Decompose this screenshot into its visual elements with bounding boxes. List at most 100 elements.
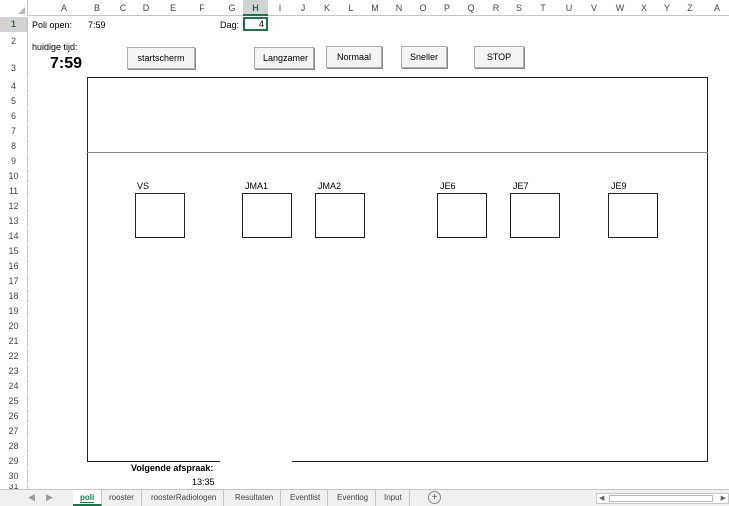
sheet-tab-bar: ◀ ▶ poli rooster roosterRadiologen Resul… xyxy=(0,489,729,506)
stop-button[interactable]: STOP xyxy=(474,46,524,68)
row-12[interactable]: 12 xyxy=(0,199,28,213)
room-label-je9: JE9 xyxy=(611,181,627,191)
startscherm-button[interactable]: startscherm xyxy=(127,47,195,69)
next-sheet-icon[interactable]: ▶ xyxy=(46,492,53,503)
row-25[interactable]: 25 xyxy=(0,394,28,408)
row-7[interactable]: 7 xyxy=(0,124,28,138)
room-box-vs xyxy=(135,193,185,238)
row-23[interactable]: 23 xyxy=(0,364,28,378)
prev-sheet-icon[interactable]: ◀ xyxy=(28,492,35,503)
row-15[interactable]: 15 xyxy=(0,244,28,258)
column-B[interactable]: B xyxy=(89,0,105,16)
column-J[interactable]: J xyxy=(295,0,311,16)
dag-value-cell[interactable]: 4 xyxy=(243,17,268,31)
column-M[interactable]: M xyxy=(367,0,383,16)
sheet-tab-rooster[interactable]: rooster xyxy=(102,490,142,506)
column-U[interactable]: U xyxy=(561,0,577,16)
row-6[interactable]: 6 xyxy=(0,109,28,123)
row-9[interactable]: 9 xyxy=(0,154,28,168)
room-label-je7: JE7 xyxy=(513,181,529,191)
column-A[interactable]: A xyxy=(54,0,74,16)
room-box-jma1 xyxy=(242,193,292,238)
column-W[interactable]: W xyxy=(612,0,628,16)
column-K[interactable]: K xyxy=(319,0,335,16)
row-17[interactable]: 17 xyxy=(0,274,28,288)
room-box-je9 xyxy=(608,193,658,238)
column-L[interactable]: L xyxy=(343,0,359,16)
column-T[interactable]: T xyxy=(535,0,551,16)
normaal-button[interactable]: Normaal xyxy=(326,46,382,68)
sneller-button[interactable]: Sneller xyxy=(401,46,447,68)
column-AA[interactable]: A xyxy=(709,0,725,16)
select-all-corner[interactable] xyxy=(0,0,28,16)
column-P[interactable]: P xyxy=(439,0,455,16)
column-V[interactable]: V xyxy=(586,0,602,16)
panel-gap xyxy=(220,455,292,465)
row-8[interactable]: 8 xyxy=(0,139,28,153)
sheet-tab-input[interactable]: Input xyxy=(377,490,410,506)
row-22[interactable]: 22 xyxy=(0,349,28,363)
row-20[interactable]: 20 xyxy=(0,319,28,333)
column-F[interactable]: F xyxy=(194,0,210,16)
row-30[interactable]: 30 xyxy=(0,469,28,483)
scrollbar-thumb[interactable] xyxy=(609,495,713,502)
panel-divider xyxy=(87,152,708,153)
row-11[interactable]: 11 xyxy=(0,184,28,198)
scroll-right-icon[interactable]: ▶ xyxy=(721,494,726,503)
room-label-vs: VS xyxy=(137,181,150,191)
column-C[interactable]: C xyxy=(115,0,131,16)
sheet-tab-label: poli xyxy=(80,493,95,503)
sheet-tab-eventlog[interactable]: Eventlog xyxy=(330,490,377,506)
row-5[interactable]: 5 xyxy=(0,94,28,108)
room-label-jma1: JMA1 xyxy=(245,181,269,191)
sheet-tab-resultaten[interactable]: Resultaten xyxy=(228,490,282,506)
column-X[interactable]: X xyxy=(636,0,652,16)
sheet-tab-poli[interactable]: poli xyxy=(73,490,103,506)
row-13[interactable]: 13 xyxy=(0,214,28,228)
row-10[interactable]: 10 xyxy=(0,169,28,183)
row-19[interactable]: 19 xyxy=(0,304,28,318)
column-Z[interactable]: Z xyxy=(682,0,698,16)
column-I[interactable]: I xyxy=(272,0,288,16)
row-18[interactable]: 18 xyxy=(0,289,28,303)
row-24[interactable]: 24 xyxy=(0,379,28,393)
room-label-je6: JE6 xyxy=(440,181,456,191)
column-H[interactable]: H xyxy=(243,0,268,16)
row-2[interactable]: 2 xyxy=(0,32,28,50)
column-R[interactable]: R xyxy=(488,0,504,16)
column-D[interactable]: D xyxy=(138,0,154,16)
room-label-jma2: JMA2 xyxy=(318,181,342,191)
huidige-tijd-label: huidige tijd: xyxy=(32,42,78,52)
column-Q[interactable]: Q xyxy=(463,0,479,16)
row-27[interactable]: 27 xyxy=(0,424,28,438)
poli-open-label: Poli open: xyxy=(32,20,73,30)
scroll-left-icon[interactable]: ◀ xyxy=(599,494,604,503)
select-all-icon xyxy=(18,7,25,14)
column-E[interactable]: E xyxy=(165,0,181,16)
row-26[interactable]: 26 xyxy=(0,409,28,423)
dag-label: Dag: xyxy=(220,20,240,30)
column-Y[interactable]: Y xyxy=(659,0,675,16)
row-14[interactable]: 14 xyxy=(0,229,28,243)
row-1[interactable]: 1 xyxy=(0,17,28,32)
volgende-afspraak-label: Volgende afspraak: xyxy=(131,463,214,473)
poli-open-value: 7:59 xyxy=(88,20,106,30)
column-O[interactable]: O xyxy=(415,0,431,16)
column-G[interactable]: G xyxy=(224,0,240,16)
row-3[interactable]: 3 xyxy=(0,50,28,78)
langzamer-button[interactable]: Langzamer xyxy=(254,47,314,69)
column-S[interactable]: S xyxy=(511,0,527,16)
row-29[interactable]: 29 xyxy=(0,454,28,468)
huidige-tijd-value: 7:59 xyxy=(50,55,83,72)
row-21[interactable]: 21 xyxy=(0,334,28,348)
row-28[interactable]: 28 xyxy=(0,439,28,453)
sheet-tab-eventlist[interactable]: Eventlist xyxy=(283,490,329,506)
row-4[interactable]: 4 xyxy=(0,79,28,93)
row-16[interactable]: 16 xyxy=(0,259,28,273)
room-box-je6 xyxy=(437,193,487,238)
sheet-tab-roosterradiologen[interactable]: roosterRadiologen xyxy=(144,490,225,506)
add-sheet-icon[interactable]: + xyxy=(428,491,441,504)
horizontal-scrollbar[interactable]: ◀ ▶ xyxy=(596,493,729,504)
column-N[interactable]: N xyxy=(391,0,407,16)
poli-panel xyxy=(87,77,708,462)
